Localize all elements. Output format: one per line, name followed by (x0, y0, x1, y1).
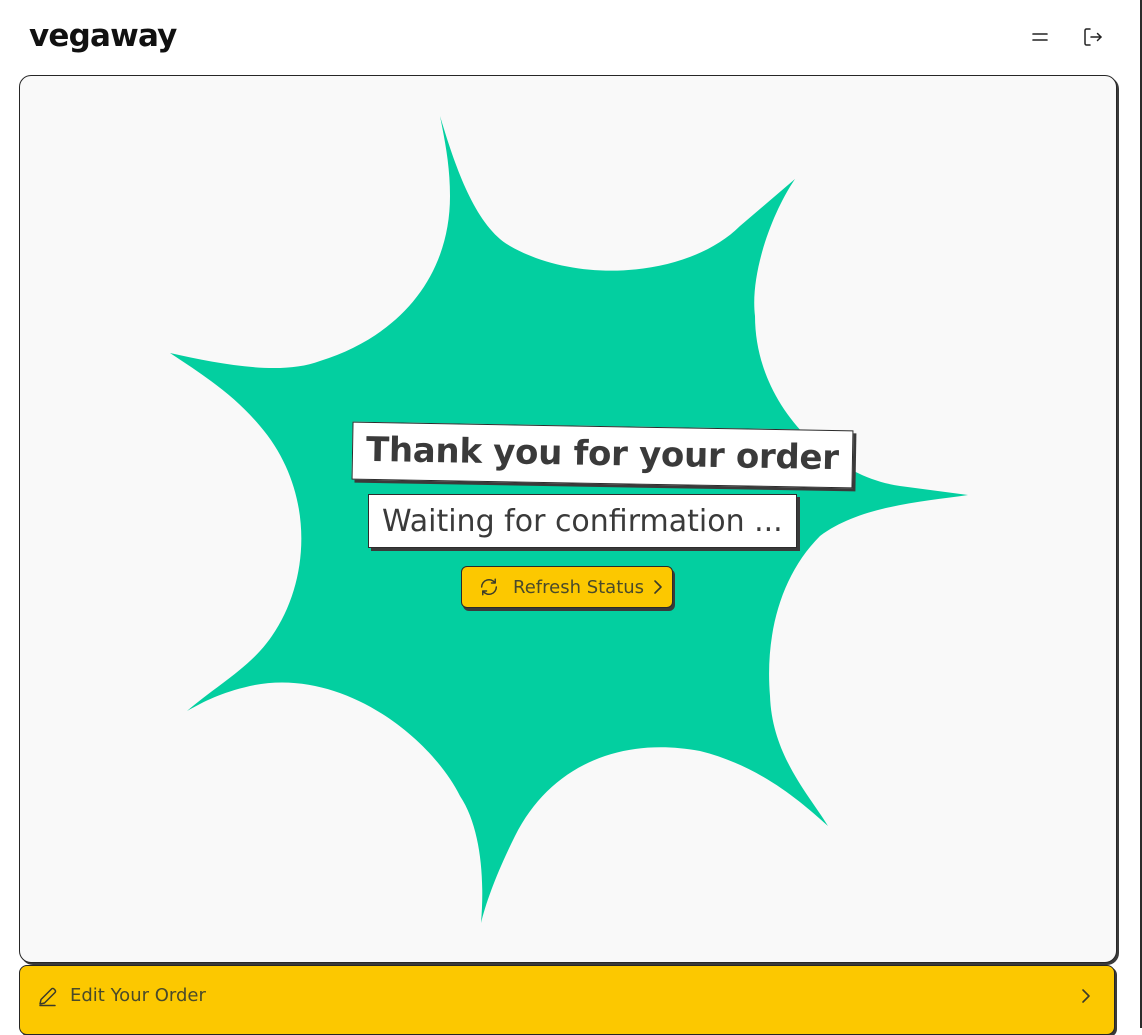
chevron-right-icon (1080, 988, 1092, 1004)
edit-order-button[interactable]: Edit Your Order (19, 965, 1115, 1035)
edit-order-label: Edit Your Order (70, 985, 206, 1006)
order-confirmation-card: Thank you for your order Waiting for con… (19, 75, 1117, 963)
pencil-icon (36, 986, 58, 1008)
order-status-text: Waiting for confirmation ... (368, 494, 797, 548)
logout-button[interactable] (1078, 22, 1108, 52)
refresh-icon (478, 576, 500, 598)
refresh-status-label: Refresh Status (513, 576, 645, 598)
refresh-status-button[interactable]: Refresh Status (461, 566, 673, 608)
chevron-right-icon (652, 579, 664, 595)
order-title: Thank you for your order (351, 421, 854, 489)
top-bar: vegaway (0, 0, 1138, 75)
menu-button[interactable] (1025, 22, 1055, 52)
brand-logo[interactable]: vegaway (29, 14, 177, 58)
logout-icon (1084, 28, 1102, 46)
menu-icon (1032, 33, 1048, 41)
